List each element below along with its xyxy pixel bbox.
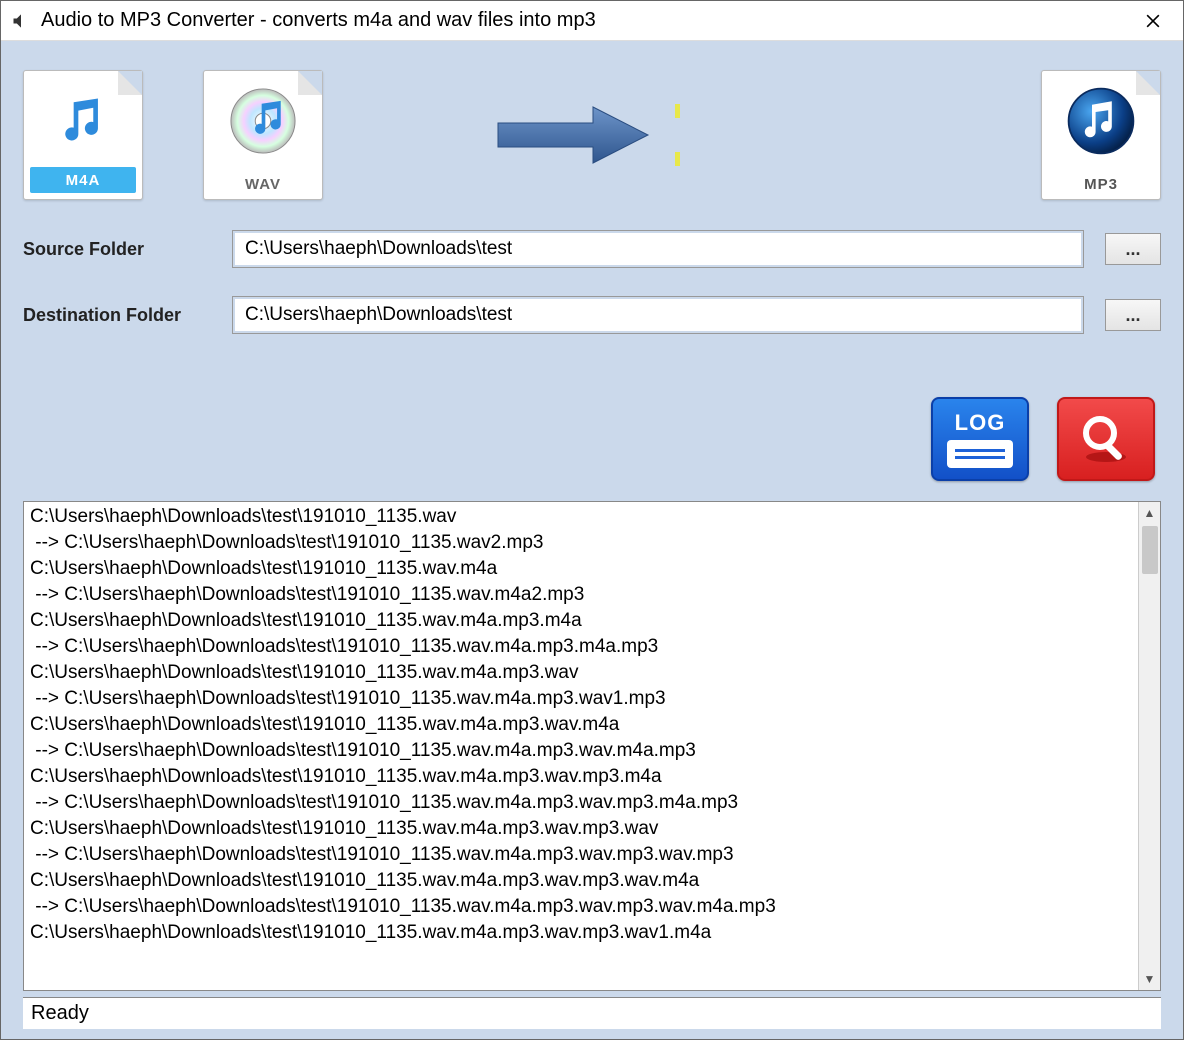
search-button[interactable] <box>1057 397 1155 481</box>
destination-browse-button[interactable]: ... <box>1105 299 1161 331</box>
decorative-dashes <box>675 104 680 166</box>
mp3-file-icon: MP3 <box>1041 70 1161 200</box>
m4a-file-icon: M4A <box>23 70 143 200</box>
status-bar: Ready <box>23 997 1161 1029</box>
log-button[interactable]: LOG <box>931 397 1029 481</box>
log-card-icon <box>947 440 1013 468</box>
speaker-icon <box>11 11 31 31</box>
action-buttons-row: LOG <box>23 397 1155 481</box>
title-bar: Audio to MP3 Converter - converts m4a an… <box>1 1 1183 41</box>
source-browse-button[interactable]: ... <box>1105 233 1161 265</box>
arrow-icon <box>493 104 680 166</box>
destination-folder-input[interactable] <box>233 297 1083 333</box>
log-button-label: LOG <box>955 410 1006 436</box>
source-folder-input[interactable] <box>233 231 1083 267</box>
cd-icon <box>229 87 297 155</box>
client-area: M4A <box>1 41 1183 1039</box>
app-window: Audio to MP3 Converter - converts m4a an… <box>0 0 1184 1040</box>
scroll-down-arrow[interactable]: ▼ <box>1144 968 1156 990</box>
close-button[interactable] <box>1130 6 1175 36</box>
destination-folder-row: Destination Folder ... <box>23 297 1161 333</box>
format-icons-row: M4A <box>23 65 1161 205</box>
scroll-up-arrow[interactable]: ▲ <box>1144 502 1156 524</box>
mp3-disc-icon <box>1065 85 1137 157</box>
status-text: Ready <box>31 1002 89 1025</box>
scroll-thumb[interactable] <box>1142 526 1158 574</box>
wav-label: WAV <box>204 171 322 197</box>
m4a-label: M4A <box>30 167 136 193</box>
destination-folder-label: Destination Folder <box>23 305 233 326</box>
output-log-box: C:\Users\haeph\Downloads\test\191010_113… <box>23 501 1161 991</box>
output-text[interactable]: C:\Users\haeph\Downloads\test\191010_113… <box>24 502 1138 990</box>
source-folder-row: Source Folder ... <box>23 231 1161 267</box>
source-folder-label: Source Folder <box>23 239 233 260</box>
wav-file-icon: WAV <box>203 70 323 200</box>
magnifier-icon <box>1076 409 1136 469</box>
scrollbar[interactable]: ▲ ▼ <box>1138 502 1160 990</box>
mp3-label: MP3 <box>1042 171 1160 197</box>
window-title: Audio to MP3 Converter - converts m4a an… <box>41 9 1130 32</box>
